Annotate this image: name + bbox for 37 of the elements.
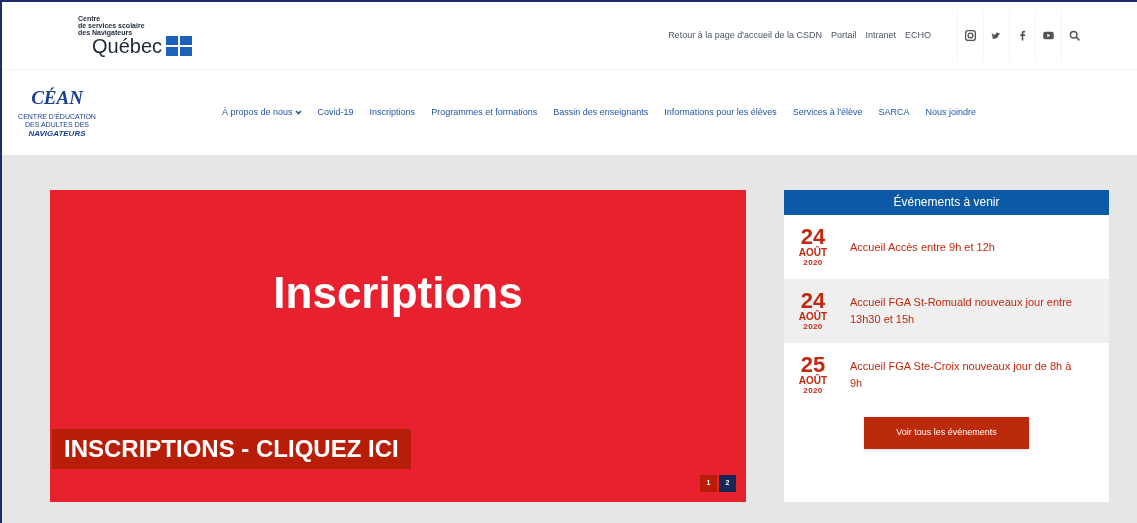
- youtube-icon[interactable]: [1042, 29, 1055, 42]
- event-year: 2020: [803, 386, 823, 395]
- search-icon[interactable]: [1068, 29, 1081, 42]
- nav-link[interactable]: Services à l'élève: [792, 105, 863, 120]
- quebec-wordmark: Québec: [92, 36, 163, 56]
- nav-link[interactable]: Bassin des enseignants: [553, 105, 649, 120]
- event-day: 24: [800, 291, 826, 311]
- event-month: AOÛT: [798, 247, 828, 258]
- top-link[interactable]: Intranet: [865, 28, 896, 43]
- event-year: 2020: [803, 322, 823, 331]
- event-link[interactable]: Accueil FGA Ste-Croix nouveaux jour de 8h à 9h: [850, 358, 1085, 392]
- nav-link[interactable]: Nous joindre: [925, 105, 977, 120]
- event-day: 25: [800, 355, 826, 375]
- nav-link[interactable]: Covid-19: [317, 105, 354, 120]
- top-link[interactable]: ECHO: [905, 28, 931, 43]
- nav-link[interactable]: Inscriptions: [369, 105, 416, 120]
- event-month: AOÛT: [798, 375, 828, 386]
- top-link[interactable]: Portail: [830, 28, 857, 43]
- event-month: AOÛT: [798, 311, 828, 322]
- nav-link[interactable]: SARCA: [878, 105, 910, 120]
- logo-acronym: CÉAN: [31, 87, 83, 107]
- flag-icon: [166, 36, 193, 56]
- panel-header: Événements à venir: [784, 190, 1109, 215]
- nav-link[interactable]: Programmes et formations: [431, 105, 538, 120]
- event-day: 24: [800, 227, 826, 247]
- logo-line: NAVIGATEURS: [28, 128, 86, 138]
- all-events-button[interactable]: Voir tous les événements: [864, 417, 1029, 449]
- slide-caption[interactable]: INSCRIPTIONS - CLIQUEZ ICI: [52, 429, 411, 469]
- nav-link[interactable]: À propos de nous: [222, 105, 302, 120]
- nav-link[interactable]: Informations pour les élèves: [664, 105, 777, 120]
- slide-title: Inscriptions: [272, 267, 524, 319]
- top-link[interactable]: Retour à la page d'accueil de la CSDN: [668, 28, 822, 43]
- event-link[interactable]: Accueil FGA St-Romuald nouveaux jour entre 13h30 et 15h: [850, 294, 1085, 328]
- event-link[interactable]: Accueil Accès entre 9h et 12h: [850, 238, 1085, 256]
- event-year: 2020: [803, 258, 823, 267]
- chevron-down-icon: [294, 110, 302, 115]
- instagram-icon[interactable]: [964, 29, 977, 42]
